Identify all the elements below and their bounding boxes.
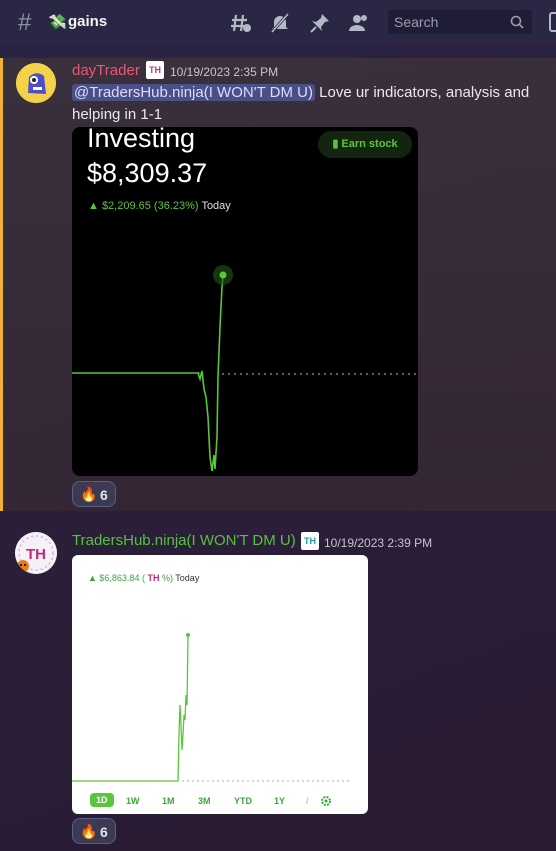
image-attachment[interactable]: ▲ $6,863.84 ( TH %) Today 1D 1W 1M 3M YT… — [72, 555, 368, 814]
tab-ytd: YTD — [234, 796, 252, 806]
avatar[interactable] — [16, 63, 56, 103]
timestamp: 10/19/2023 2:35 PM — [170, 65, 279, 79]
reaction-count: 6 — [100, 487, 108, 503]
search-input[interactable]: Search — [388, 10, 532, 34]
inbox-icon[interactable] — [549, 12, 556, 32]
fire-emoji-icon: 🔥 — [80, 823, 98, 839]
current-point — [219, 271, 227, 279]
tab-more: / — [306, 796, 309, 806]
search-icon — [510, 15, 524, 29]
fire-emoji-icon: 🔥 — [80, 486, 98, 502]
role-badge: TH — [146, 61, 164, 79]
message-content: @TradersHub.ninja(I WON'T DM U) Love ur … — [72, 82, 542, 126]
price-line — [72, 274, 224, 472]
channel-emoji: 💸 — [48, 14, 67, 31]
search-placeholder: Search — [394, 14, 439, 30]
svg-text:TH: TH — [26, 546, 46, 563]
price-line — [72, 634, 189, 782]
current-point — [186, 633, 190, 637]
stock-line-chart — [72, 633, 352, 782]
channel-header: # 💸 gains Search — [0, 0, 556, 44]
avatar[interactable]: TH — [15, 532, 57, 574]
reaction-count: 6 — [100, 824, 108, 840]
username[interactable]: TradersHub.ninja(I WON'T DM U) — [72, 532, 296, 549]
pin-icon[interactable] — [309, 12, 331, 34]
settings-gear-icon — [321, 796, 331, 806]
notification-muted-icon[interactable] — [269, 12, 291, 34]
user-mention[interactable]: @TradersHub.ninja(I WON'T DM U) — [72, 84, 315, 101]
tab-1y: 1Y — [274, 796, 286, 806]
tab-1m: 1M — [162, 796, 175, 806]
timestamp: 10/19/2023 2:39 PM — [324, 536, 433, 550]
username[interactable]: dayTrader — [72, 62, 140, 79]
reaction-button[interactable]: 🔥 6 — [72, 481, 116, 507]
tab-1w: 1W — [126, 796, 140, 806]
stock-line-chart — [72, 265, 418, 472]
tab-3m: 3M — [198, 796, 211, 806]
tab-1d: 1D — [90, 793, 114, 807]
image-attachment[interactable]: Investing $8,309.37 ▲ $2,209.65 (36.23%)… — [72, 127, 418, 476]
reaction-button[interactable]: 🔥 6 — [72, 818, 116, 844]
traders-hub-logo-icon: TH — [15, 532, 57, 574]
member-list-icon[interactable] — [348, 12, 370, 34]
user-avatar-icon — [16, 63, 56, 103]
channel-name: gains — [68, 13, 108, 30]
threads-icon[interactable] — [230, 12, 252, 34]
hashtag-icon: # — [18, 9, 32, 36]
role-badge: TH — [301, 532, 319, 550]
